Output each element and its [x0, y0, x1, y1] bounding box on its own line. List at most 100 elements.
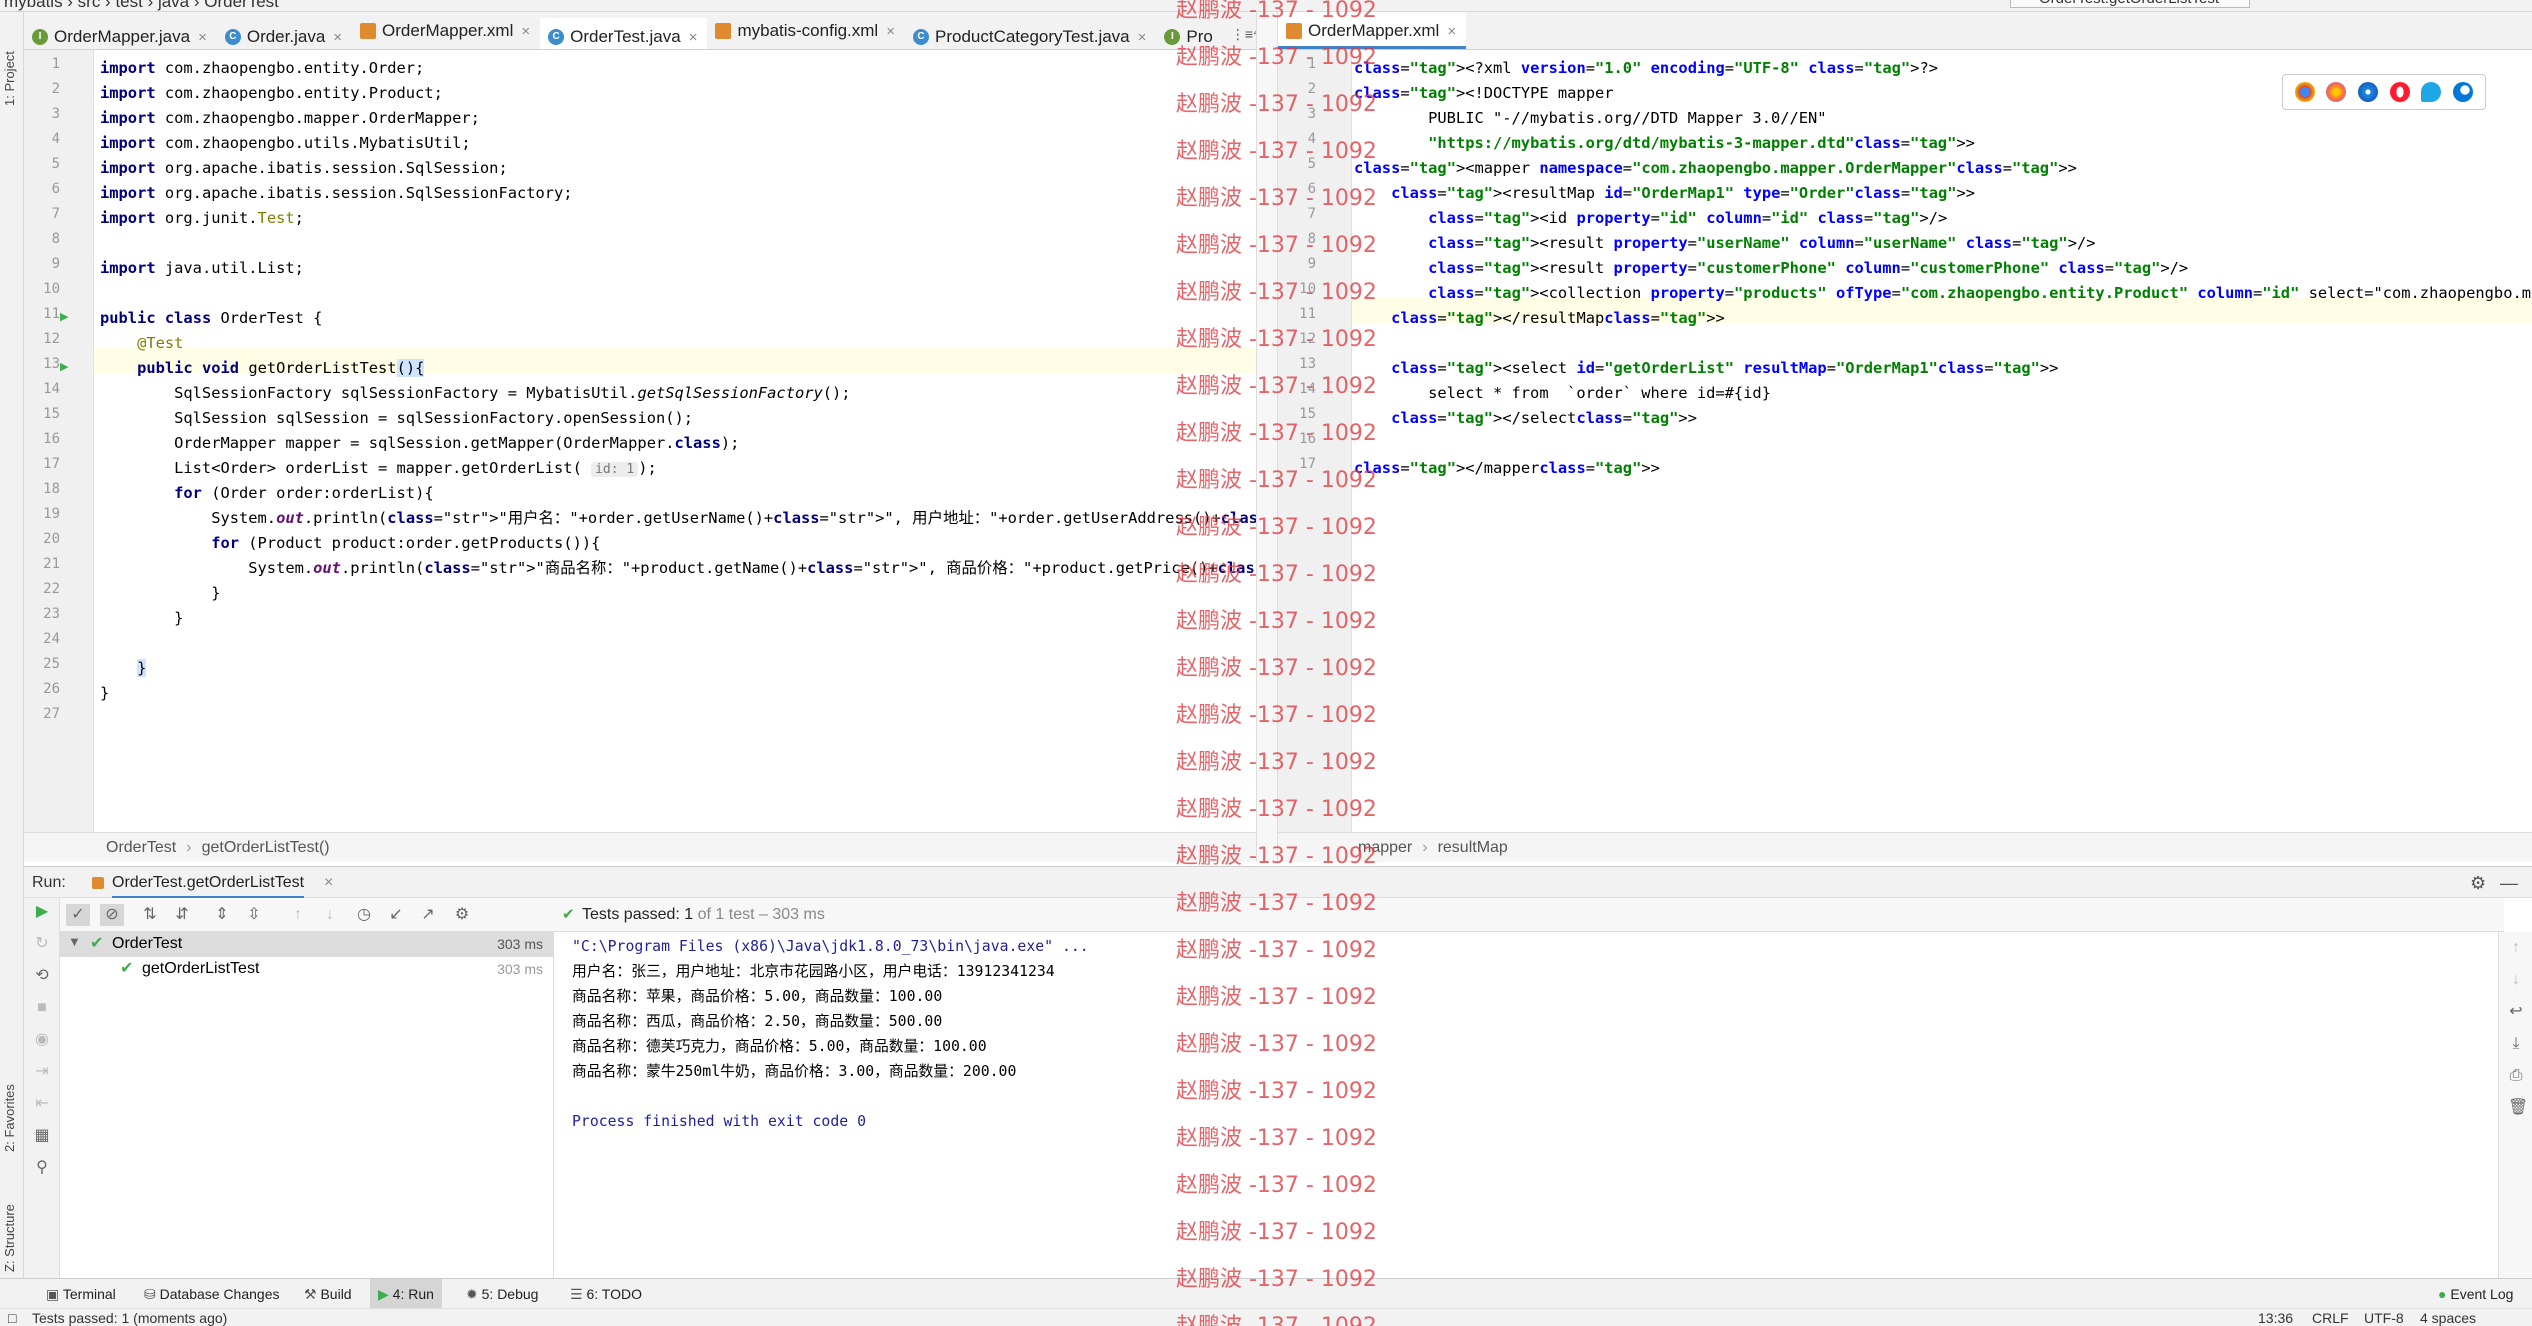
- code-line[interactable]: }: [100, 606, 183, 631]
- close-icon[interactable]: ×: [198, 29, 207, 46]
- editor-tab[interactable]: C ProductCategoryTest.java ×: [905, 18, 1156, 49]
- code-line[interactable]: PUBLIC "-//mybatis.org//DTD Mapper 3.0//…: [1354, 106, 1826, 131]
- code-line[interactable]: import com.zhaopengbo.utils.MybatisUtil;: [100, 131, 471, 156]
- tool-window-button[interactable]: ▣ Terminal: [38, 1279, 124, 1309]
- java-editor[interactable]: import com.zhaopengbo.entity.Order; impor…: [94, 50, 1256, 832]
- close-icon[interactable]: ×: [1447, 23, 1456, 40]
- run-test-icon[interactable]: ▶: [60, 360, 68, 373]
- code-line[interactable]: public class OrderTest {: [100, 306, 322, 331]
- code-line[interactable]: class="tag"></resultMapclass="tag">>: [1354, 306, 1725, 331]
- tree-suite-name[interactable]: OrderTest: [112, 935, 182, 953]
- show-passed-icon[interactable]: ✓: [66, 904, 90, 926]
- favorites-tool-tab[interactable]: 2: Favorites: [2, 1052, 22, 1152]
- xml-editor[interactable]: class="tag"><?xml version="1.0" encoding…: [1352, 50, 2532, 832]
- breadcrumb-resultmap[interactable]: resultMap: [1438, 839, 1508, 856]
- code-line[interactable]: public void getOrderListTest(){: [100, 356, 425, 381]
- code-line[interactable]: import java.util.List;: [100, 256, 304, 281]
- file-encoding[interactable]: UTF-8: [2364, 1309, 2404, 1326]
- code-line[interactable]: for (Product product:order.getProducts()…: [100, 531, 600, 556]
- minimize-icon[interactable]: —: [2500, 867, 2518, 899]
- nav-breadcrumb[interactable]: mybatis › src › test › java › OrderTest: [4, 0, 279, 11]
- editor-tab[interactable]: I OrderMapper.java ×: [24, 18, 217, 49]
- run-config-tab[interactable]: OrderTest.getOrderListTest: [112, 867, 305, 899]
- tool-window-button[interactable]: ☰ 6: TODO: [562, 1279, 650, 1309]
- next-failed-icon[interactable]: ↓: [322, 907, 338, 923]
- history-icon[interactable]: ◷: [356, 907, 372, 923]
- event-log-button[interactable]: ● Event Log: [2430, 1279, 2521, 1309]
- run-configuration-selector[interactable]: OrderTest.getOrderListTest: [2010, 0, 2250, 8]
- import-icon[interactable]: ⇤: [34, 1096, 50, 1112]
- code-line[interactable]: class="tag"><select id="getOrderList" re…: [1354, 356, 2058, 381]
- code-line[interactable]: "https://mybatis.org/dtd/mybatis-3-mappe…: [1354, 131, 1975, 156]
- code-line[interactable]: class="tag"><id property="id" column="id…: [1354, 206, 1947, 231]
- code-line[interactable]: class="tag"><?xml version="1.0" encoding…: [1354, 56, 1938, 81]
- show-ignored-icon[interactable]: ⊘: [100, 904, 124, 926]
- caret-position[interactable]: 13:36: [2258, 1309, 2293, 1326]
- editor-splitter[interactable]: [1256, 12, 1278, 862]
- safari-icon[interactable]: [2358, 82, 2379, 102]
- code-line[interactable]: SqlSessionFactory sqlSessionFactory = My…: [100, 381, 850, 406]
- toggle-auto-test-icon[interactable]: ⟲: [34, 968, 50, 984]
- collapse-all-icon[interactable]: ⇳: [246, 907, 262, 923]
- editor-tab[interactable]: mybatis-config.xml ×: [707, 12, 905, 49]
- editor-tab[interactable]: C OrderTest.java ×: [540, 18, 708, 49]
- tool-window-button[interactable]: ▶ 4: Run: [370, 1279, 442, 1309]
- scroll-to-end-icon[interactable]: ⤓: [2508, 1036, 2524, 1052]
- chrome-icon[interactable]: [2294, 82, 2315, 102]
- export-icon[interactable]: ⇥: [34, 1064, 50, 1080]
- editor-tab[interactable]: I Pro: [1156, 18, 1222, 49]
- editor-tab[interactable]: OrderMapper.xml ×: [1278, 12, 1467, 49]
- code-line[interactable]: import org.apache.ibatis.session.SqlSess…: [100, 181, 573, 206]
- layout-icon[interactable]: ▦: [34, 1128, 50, 1144]
- code-line[interactable]: for (Order order:orderList){: [100, 481, 433, 506]
- soft-wrap-icon[interactable]: ↩: [2508, 1004, 2524, 1020]
- breadcrumb-class[interactable]: OrderTest: [106, 839, 176, 856]
- console-output[interactable]: "C:\Program Files (x86)\Java\jdk1.8.0_73…: [554, 932, 2498, 1278]
- code-line[interactable]: import com.zhaopengbo.entity.Order;: [100, 56, 424, 81]
- project-tool-tab[interactable]: 1: Project: [2, 16, 22, 106]
- editor-tab[interactable]: C Order.java ×: [217, 18, 352, 49]
- gear-icon[interactable]: ⚙: [2470, 867, 2486, 899]
- breadcrumb-method[interactable]: getOrderListTest(): [202, 839, 330, 856]
- code-line[interactable]: class="tag"></selectclass="tag">>: [1354, 406, 1697, 431]
- scroll-up-icon[interactable]: ↑: [2508, 940, 2524, 956]
- export-tests-icon[interactable]: ↗: [420, 907, 436, 923]
- code-line[interactable]: import com.zhaopengbo.mapper.OrderMapper…: [100, 106, 480, 131]
- stop-icon[interactable]: ■: [34, 1000, 50, 1016]
- run-test-icon[interactable]: ▶: [60, 310, 68, 323]
- code-line[interactable]: select * from `order` where id=#{id}: [1354, 381, 1771, 406]
- sort-by-duration-icon[interactable]: ⇵: [174, 907, 190, 923]
- code-line[interactable]: class="tag"><mapper namespace="com.zhaop…: [1354, 156, 2077, 181]
- code-line[interactable]: class="tag"><result property="userName" …: [1354, 231, 2095, 256]
- expand-all-icon[interactable]: ⇕: [214, 907, 230, 923]
- tab-overflow-icon[interactable]: ⋮≡⁴: [1223, 16, 1256, 50]
- scroll-down-icon[interactable]: ↓: [2508, 972, 2524, 988]
- code-line[interactable]: class="tag"><resultMap id="OrderMap1" ty…: [1354, 181, 1975, 206]
- editor-tab[interactable]: OrderMapper.xml ×: [352, 12, 540, 49]
- close-icon[interactable]: ×: [521, 23, 530, 40]
- close-icon[interactable]: ×: [333, 29, 342, 46]
- print-icon[interactable]: ⎙: [2508, 1068, 2524, 1084]
- tree-test-name[interactable]: getOrderListTest: [142, 960, 259, 978]
- code-line[interactable]: }: [100, 681, 109, 706]
- indent-setting[interactable]: 4 spaces: [2420, 1309, 2476, 1326]
- line-separator[interactable]: CRLF: [2312, 1309, 2349, 1326]
- chevron-down-icon[interactable]: ▼: [68, 934, 81, 949]
- code-line[interactable]: import com.zhaopengbo.entity.Product;: [100, 81, 443, 106]
- firefox-icon[interactable]: [2326, 82, 2347, 102]
- structure-tool-tab[interactable]: Z: Structure: [2, 1172, 22, 1272]
- code-line[interactable]: import org.junit.Test;: [100, 206, 304, 231]
- previous-failed-icon[interactable]: ↑: [290, 907, 306, 923]
- code-line[interactable]: OrderMapper mapper = sqlSession.getMappe…: [100, 431, 739, 456]
- code-line[interactable]: System.out.println(class="str">"用户名："+or…: [100, 506, 1256, 531]
- edge-icon[interactable]: [2453, 82, 2474, 102]
- code-line[interactable]: }: [100, 656, 147, 681]
- code-line[interactable]: @Test: [100, 331, 183, 356]
- opera-icon[interactable]: [2389, 82, 2410, 102]
- trash-icon[interactable]: 🗑: [2508, 1100, 2528, 1116]
- code-line[interactable]: class="tag"><result property="customerPh…: [1354, 256, 2188, 281]
- code-line[interactable]: class="tag"><collection property="produc…: [1354, 281, 2532, 306]
- code-line[interactable]: class="tag"></mapperclass="tag">>: [1354, 456, 1660, 481]
- camera-icon[interactable]: ◉: [34, 1032, 50, 1048]
- code-line[interactable]: List<Order> orderList = mapper.getOrderL…: [100, 456, 657, 481]
